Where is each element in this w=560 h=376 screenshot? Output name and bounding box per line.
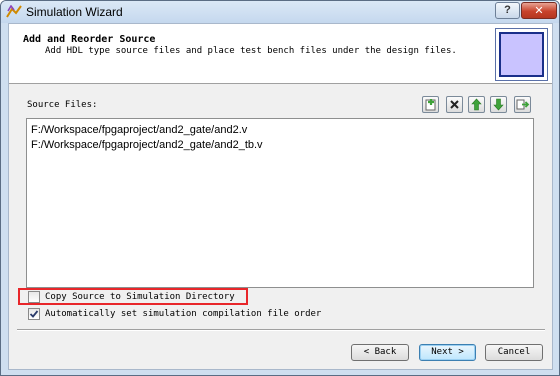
move-up-icon (471, 98, 482, 111)
wizard-icon (6, 5, 22, 18)
back-button[interactable]: < Back (351, 344, 409, 361)
list-item[interactable]: F:/Workspace/fpgaproject/and2_gate/and2_… (31, 139, 263, 151)
page-subtitle: Add HDL type source files and place test… (45, 46, 457, 56)
header-image-fill (499, 32, 544, 77)
move-up-button[interactable] (468, 96, 485, 113)
source-file-list[interactable]: F:/Workspace/fpgaproject/and2_gate/and2.… (26, 118, 534, 288)
header-image (495, 28, 548, 81)
title-bar[interactable]: Simulation Wizard ? ✕ (1, 1, 559, 23)
auto-order-option[interactable]: Automatically set simulation compilation… (28, 307, 321, 321)
add-file-button[interactable] (422, 96, 439, 113)
divider (17, 329, 545, 331)
page-title: Add and Reorder Source (23, 34, 156, 45)
copy-source-option[interactable]: Copy Source to Simulation Directory (28, 290, 235, 304)
source-files-label: Source Files: (27, 100, 98, 110)
auto-order-label: Automatically set simulation compilation… (45, 309, 322, 319)
checkmark-icon (29, 310, 39, 318)
export-button[interactable] (514, 96, 531, 113)
copy-source-checkbox[interactable] (28, 291, 40, 303)
copy-source-label: Copy Source to Simulation Directory (45, 292, 235, 302)
export-icon (516, 99, 530, 110)
remove-icon (450, 100, 459, 109)
cancel-button[interactable]: Cancel (485, 344, 543, 361)
close-button[interactable]: ✕ (521, 2, 557, 19)
help-button[interactable]: ? (495, 2, 520, 19)
wizard-header: Add and Reorder Source Add HDL type sour… (9, 24, 552, 84)
next-button[interactable]: Next > (419, 344, 476, 361)
move-down-icon (493, 98, 504, 111)
move-down-button[interactable] (490, 96, 507, 113)
auto-order-checkbox[interactable] (28, 308, 40, 320)
remove-file-button[interactable] (446, 96, 463, 113)
simulation-wizard-window: Simulation Wizard ? ✕ Add and Reorder So… (0, 0, 560, 376)
wizard-body: Add and Reorder Source Add HDL type sour… (8, 23, 553, 370)
add-icon (425, 99, 436, 111)
list-item[interactable]: F:/Workspace/fpgaproject/and2_gate/and2.… (31, 124, 247, 136)
window-title: Simulation Wizard (26, 5, 123, 19)
